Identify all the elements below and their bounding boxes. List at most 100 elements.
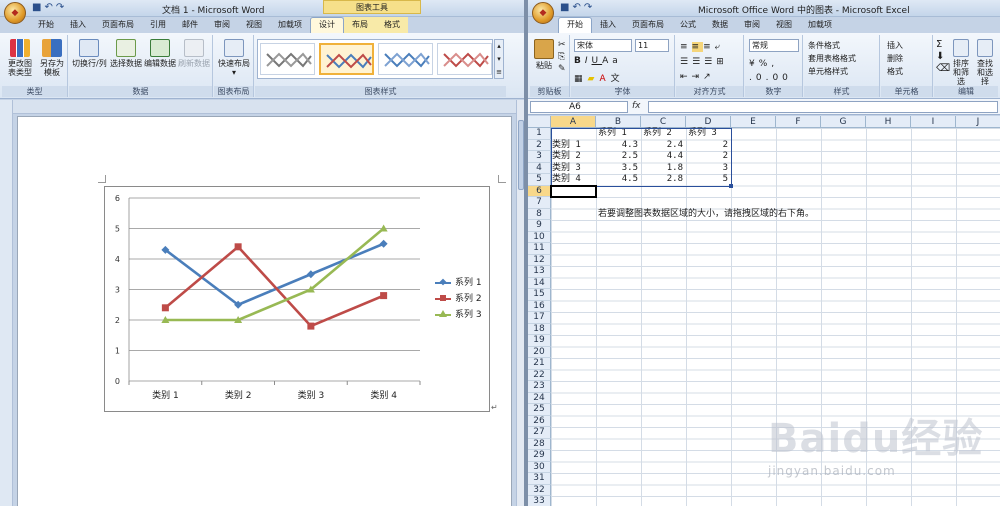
tab-0[interactable]: 开始 (558, 17, 592, 33)
row-header-19[interactable]: 19 (528, 335, 551, 347)
currency-icon[interactable]: ¥ (749, 59, 759, 69)
tab-1[interactable]: 插入 (62, 17, 94, 33)
phonetic-icon[interactable]: 文 (611, 74, 625, 84)
row-header-20[interactable]: 20 (528, 346, 551, 358)
quick-layout-button[interactable]: 快速布局 ▾ (216, 39, 252, 77)
fx-icon[interactable]: fx (632, 101, 641, 111)
data-point[interactable] (379, 239, 388, 248)
align-middle-icon[interactable]: ≡ (691, 42, 704, 52)
row-header-21[interactable]: 21 (528, 358, 551, 370)
align-center-icon[interactable]: ☰ (692, 57, 704, 67)
align-left-icon[interactable]: ☰ (680, 57, 692, 67)
series-line-1[interactable] (164, 242, 385, 307)
column-header-J[interactable]: J (956, 116, 1000, 128)
column-header-A[interactable]: A (551, 116, 596, 128)
legend-entry[interactable]: 系列 1 (435, 275, 487, 291)
name-box[interactable]: A6 (530, 101, 628, 113)
undo-icon[interactable]: ↶ (44, 2, 52, 14)
save-icon[interactable]: ■ (32, 2, 41, 14)
fill-icon[interactable]: ⬇ (936, 51, 950, 63)
tab-6[interactable]: 视图 (238, 17, 270, 33)
column-header-H[interactable]: H (866, 116, 911, 128)
active-cell-A6[interactable] (550, 184, 597, 198)
underline-button[interactable]: U (592, 56, 603, 66)
align-top-icon[interactable]: ≡ (680, 42, 692, 52)
tab-3[interactable]: 公式 (672, 17, 704, 33)
undo-icon[interactable]: ↶ (572, 2, 580, 14)
chart-style-4[interactable] (437, 43, 492, 75)
wrap-text-icon[interactable]: ⤶ (715, 42, 724, 52)
row-header-18[interactable]: 18 (528, 323, 551, 335)
scroll-down-icon[interactable]: ▾ (495, 53, 503, 66)
tab-10[interactable]: 格式 (376, 17, 408, 33)
tab-5[interactable]: 审阅 (206, 17, 238, 33)
row-header-1[interactable]: 1 (528, 128, 551, 140)
legend-entry[interactable]: 系列 2 (435, 291, 487, 307)
grow-font-icon[interactable]: A (602, 56, 612, 66)
tab-4[interactable]: 邮件 (174, 17, 206, 33)
edit-data-button[interactable]: 编辑数据 (144, 39, 176, 68)
redo-icon[interactable]: ↷ (584, 2, 592, 14)
tab-2[interactable]: 页面布局 (624, 17, 672, 33)
row-header-31[interactable]: 31 (528, 473, 551, 485)
clear-icon[interactable]: ⌫ (936, 63, 950, 75)
tab-8[interactable]: 设计 (310, 17, 344, 33)
increase-decimal-icon[interactable]: .0 (749, 73, 766, 83)
row-header-25[interactable]: 25 (528, 404, 551, 416)
data-point[interactable] (234, 243, 242, 251)
paste-button[interactable]: 粘贴 (534, 39, 554, 70)
tab-2[interactable]: 页面布局 (94, 17, 142, 33)
indent-decrease-icon[interactable]: ⇤ (680, 72, 692, 82)
tab-9[interactable]: 布局 (344, 17, 376, 33)
gallery-scroll[interactable]: ▴ ▾ ≡ (494, 39, 504, 79)
row-header-30[interactable]: 30 (528, 461, 551, 473)
data-point[interactable] (161, 304, 169, 312)
formula-input[interactable] (648, 101, 998, 113)
tab-0[interactable]: 开始 (30, 17, 62, 33)
column-header-C[interactable]: C (641, 116, 686, 128)
shrink-font-icon[interactable]: a (612, 56, 622, 66)
row-header-16[interactable]: 16 (528, 300, 551, 312)
column-header-B[interactable]: B (596, 116, 641, 128)
merge-icon[interactable]: ⊞ (716, 57, 728, 67)
column-header-G[interactable]: G (821, 116, 866, 128)
insert-cells-button[interactable]: 插入 (887, 39, 903, 52)
row-header-7[interactable]: 7 (528, 197, 551, 209)
number-format-select[interactable]: 常规 (749, 39, 799, 52)
column-header-D[interactable]: D (686, 116, 731, 128)
fill-color-icon[interactable]: ▰ (588, 74, 600, 84)
row-header-3[interactable]: 3 (528, 151, 551, 163)
data-point[interactable] (379, 224, 388, 232)
row-header-4[interactable]: 4 (528, 162, 551, 174)
row-header-8[interactable]: 8 (528, 208, 551, 220)
delete-cells-button[interactable]: 删除 (887, 52, 903, 65)
bold-button[interactable]: B (574, 56, 585, 66)
comma-icon[interactable]: , (771, 59, 778, 69)
row-header-2[interactable]: 2 (528, 139, 551, 151)
row-header-15[interactable]: 15 (528, 289, 551, 301)
data-point[interactable] (307, 322, 315, 330)
copy-icon[interactable]: ⎘ (558, 51, 566, 63)
italic-button[interactable]: I (585, 56, 592, 66)
chart-style-1[interactable] (260, 43, 315, 75)
border-icon[interactable]: ▦ (574, 74, 588, 84)
align-right-icon[interactable]: ☰ (704, 57, 716, 67)
save-icon[interactable]: ■ (560, 2, 569, 14)
row-header-12[interactable]: 12 (528, 254, 551, 266)
row-header-27[interactable]: 27 (528, 427, 551, 439)
cell-styles-button[interactable]: 单元格样式 (808, 65, 856, 78)
chart-legend[interactable]: 系列 1 系列 2 系列 3 (435, 275, 487, 323)
font-size-select[interactable]: 11 (635, 39, 669, 52)
row-header-23[interactable]: 23 (528, 381, 551, 393)
row-header-22[interactable]: 22 (528, 369, 551, 381)
row-header-6[interactable]: 6 (528, 185, 551, 197)
change-chart-type-button[interactable]: 更改图表类型 (6, 39, 34, 77)
word-vertical-scrollbar[interactable] (516, 100, 524, 506)
chart-style-3[interactable] (378, 43, 433, 75)
tab-3[interactable]: 引用 (142, 17, 174, 33)
tab-7[interactable]: 加载项 (270, 17, 310, 33)
data-point[interactable] (306, 270, 315, 279)
percent-icon[interactable]: % (759, 59, 772, 69)
row-header-29[interactable]: 29 (528, 450, 551, 462)
redo-icon[interactable]: ↷ (56, 2, 64, 14)
